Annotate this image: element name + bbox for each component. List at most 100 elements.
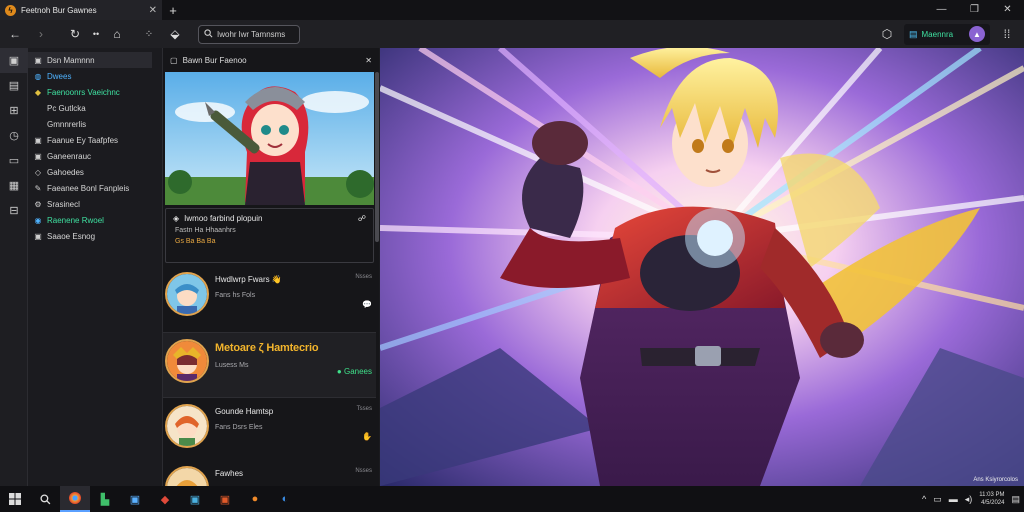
rail-grid-icon[interactable]: ⊞ [0, 98, 28, 123]
list-item[interactable]: Hwdlwrp Fwars 👋 Fans hs Fols Nsses 💬 [163, 266, 376, 332]
office-icon[interactable]: ▣ [210, 486, 240, 512]
avatar [165, 272, 209, 316]
sidebar-item-6[interactable]: ▣ Ganeenrauc [28, 148, 162, 164]
sidebar-item-11[interactable]: ▣ Saaoe Esnog [28, 228, 162, 244]
firefox-icon[interactable]: ● [240, 486, 270, 512]
address-bar[interactable]: Iwohr lwr Tamnsms [198, 24, 300, 44]
address-text: Iwohr lwr Tamnsms [217, 29, 286, 39]
avatar: ▲ [969, 26, 985, 42]
battery-icon[interactable]: ▬ [949, 494, 958, 504]
sidebar-item-label: Dsn Mamnnn [47, 55, 95, 65]
sidebar-item-icon: ▣ [34, 135, 42, 145]
rail-calendar-icon[interactable]: ▦ [0, 173, 28, 198]
item-subtitle: Fans hs Fols [215, 292, 256, 299]
sidebar-item-7[interactable]: ◇ Gahoedes [28, 164, 162, 180]
sidebar-item-10[interactable]: ◉ Raenene Rwoel [28, 212, 162, 228]
chat-panel: ▢ Bawn Bur Faenoo ✕ ◈ Iwmoo farbind plop… [162, 48, 379, 486]
system-tray: ^ ▭ ▬ ◂) 11:03 PM 4/5/2024 ▤ [922, 486, 1020, 512]
profile-name: Maennra [921, 29, 954, 39]
back-arrow-icon[interactable]: ← [4, 23, 26, 45]
sidebar-item-icon: ▣ [34, 151, 42, 161]
clock-time: 11:03 PM [979, 492, 1005, 498]
rail-history-icon[interactable]: ◷ [0, 123, 28, 148]
extensions-icon[interactable]: ⁘ [138, 23, 160, 45]
sidebar-item-label: Ganeenrauc [47, 151, 92, 161]
info-card[interactable]: ◈ Iwmoo farbind plopuin ☍ Fastn Ha Hhaan… [165, 208, 374, 263]
rail-chat-icon[interactable]: ▭ [0, 148, 28, 173]
avatar [165, 466, 209, 486]
sidebar-item-label: Dwees [47, 71, 72, 81]
close-icon[interactable]: ✕ [365, 56, 372, 65]
browser-tab[interactable]: ϟ Feetnoh Bur Gawnes ✕ [0, 0, 162, 20]
more-dots-icon[interactable]: •• [90, 23, 102, 45]
volume-icon[interactable]: ◂) [965, 494, 973, 505]
chat-bubble-icon: ▢ [170, 55, 178, 65]
edge-icon[interactable]: ◐ [270, 486, 300, 512]
rail-tabs-icon[interactable]: ▣ [0, 48, 28, 73]
browser-icon[interactable] [60, 486, 90, 512]
sidebar-item-4[interactable]: Gmnnrerlis [28, 116, 162, 132]
hand-icon[interactable]: ✋ [362, 432, 372, 441]
reload-icon[interactable]: ↻ [64, 23, 86, 45]
network-icon[interactable]: ▭ [933, 494, 942, 505]
people-icon: ☍ [357, 214, 366, 223]
item-subtitle: Lusess Ms [215, 362, 249, 369]
chat-icon[interactable]: 💬 [362, 300, 372, 309]
rail-apps-icon[interactable]: ⊟ [0, 198, 28, 223]
close-tab-icon[interactable]: ✕ [149, 5, 157, 16]
search-icon[interactable] [30, 486, 60, 512]
photos-icon[interactable]: ▣ [180, 486, 210, 512]
sidebar-item-2[interactable]: ◆ Faenoonrs Vaeichnc [28, 84, 162, 100]
avatar [165, 404, 209, 448]
status-badge[interactable]: ● Ganees [337, 367, 372, 376]
scrollbar[interactable] [375, 72, 379, 242]
item-time: Nsses [355, 468, 372, 474]
new-tab-button[interactable]: + [162, 3, 184, 18]
list-item[interactable]: Gounde Hamtsp Fans Dsrs Eles Tsses ✋ [163, 398, 376, 464]
home-icon[interactable]: ⌂ [106, 23, 128, 45]
sidebar-item-label: Gahoedes [47, 167, 84, 177]
info-subtitle: Fastn Ha Hhaanhrs [175, 227, 236, 234]
close-window-button[interactable]: ✕ [991, 0, 1024, 20]
windows-start-icon[interactable] [0, 486, 30, 512]
info-tags: Gs Ba Ba Ba [175, 238, 216, 245]
profile-button[interactable]: ▤ Maennra ▲ [904, 23, 990, 45]
chevron-up-icon[interactable]: ^ [922, 494, 926, 504]
game-icon[interactable]: ◆ [150, 486, 180, 512]
list-item[interactable]: Metoare ζ Hamtecrio Lusess Ms ● Ganees [163, 332, 376, 398]
browser-toolbar: ← › ↻ •• ⌂ ⁘ ⬙ Iwohr lwr Tamnsms ⬡ ▤ Mae… [0, 20, 1024, 48]
clock[interactable]: 11:03 PM 4/5/2024 [979, 491, 1004, 507]
info-title: Iwmoo farbind plopuin [184, 214, 263, 223]
artwork-credit: Ans Ksiyrorcolos [973, 477, 1018, 483]
sidebar-item-icon: ✎ [34, 183, 42, 193]
sidebar-item-label: Faanue Ey Taafpfes [47, 135, 119, 145]
sidebar-item-3[interactable]: Pc Gutlcka [28, 100, 162, 116]
notification-icon[interactable]: ▤ [1011, 494, 1020, 505]
rail-collections-icon[interactable]: ▤ [0, 73, 28, 98]
sidebar-item-label: Faeanee Bonl Fanpleis [47, 183, 130, 193]
minimize-button[interactable]: — [925, 0, 958, 20]
camera-icon[interactable]: ⬙ [164, 23, 186, 45]
files-icon[interactable]: ▙ [90, 486, 120, 512]
maximize-button[interactable]: ❐ [958, 0, 991, 20]
sidebar: ▣ Dsn Mamnnn ◍ Dwees ◆ Faenoonrs Vaeichnc P… [28, 48, 162, 486]
item-name: Fawhes [215, 469, 244, 478]
main-artwork: Ans Ksiyrorcolos [380, 48, 1024, 486]
item-time: Tsses [356, 406, 372, 412]
menu-icon[interactable]: ⁞⁞ [996, 23, 1018, 45]
sidebar-item-0[interactable]: ▣ Dsn Mamnnn [28, 52, 152, 68]
sidebar-item-label: Saaoe Esnog [47, 231, 96, 241]
sidebar-item-label: Srasinecl [47, 199, 80, 209]
sidebar-item-5[interactable]: ▣ Faanue Ey Taafpfes [28, 132, 162, 148]
list-item[interactable]: Fawhes Nsses [163, 460, 376, 486]
sidebar-item-icon: ◍ [34, 71, 42, 81]
item-name: Hwdlwrp Fwars 👋 [215, 275, 282, 284]
store-icon[interactable]: ▣ [120, 486, 150, 512]
sidebar-item-8[interactable]: ✎ Faeanee Bonl Fanpleis [28, 180, 162, 196]
sidebar-item-9[interactable]: ⚙ Srasinecl [28, 196, 162, 212]
sidebar-item-label: Pc Gutlcka [47, 103, 86, 113]
forward-arrow-icon[interactable]: › [30, 23, 52, 45]
sidebar-item-1[interactable]: ◍ Dwees [28, 68, 162, 84]
share-icon[interactable]: ⬡ [876, 23, 898, 45]
window-controls: — ❐ ✕ [925, 0, 1024, 20]
